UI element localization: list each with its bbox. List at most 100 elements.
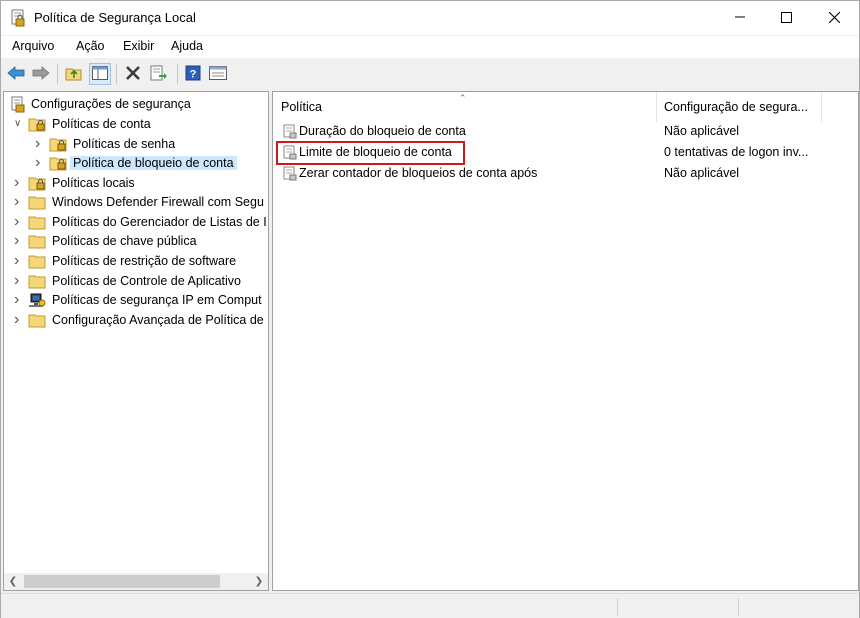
details-pane: ⌃ Política Configuração de segura... Dur… — [272, 91, 859, 591]
tree-item-label: Políticas de senha — [73, 137, 176, 151]
export-list-button[interactable] — [148, 63, 170, 85]
toolbar-separator — [116, 64, 117, 84]
tree-item-label: Políticas de conta — [52, 117, 151, 131]
policy-name: Zerar contador de bloqueios de conta apó… — [299, 166, 538, 180]
folder-icon — [28, 273, 46, 290]
properties-button[interactable] — [207, 63, 229, 85]
chevron-right-icon[interactable]: › — [14, 214, 24, 230]
chevron-right-icon[interactable]: › — [14, 233, 24, 249]
svg-text:?: ? — [190, 68, 197, 80]
security-policy-app-icon — [10, 9, 26, 27]
up-folder-icon — [65, 65, 83, 84]
show-hide-tree-icon — [92, 65, 108, 83]
column-header-configuracao[interactable]: Configuração de segura... — [664, 92, 808, 122]
status-separator — [738, 598, 739, 616]
policy-setting-icon — [283, 124, 297, 139]
chevron-down-icon[interactable]: ∨ — [14, 117, 24, 131]
chevron-right-icon[interactable]: › — [35, 155, 45, 171]
minimize-button[interactable] — [717, 1, 763, 33]
delete-button[interactable] — [122, 63, 144, 85]
tree-root[interactable]: Configurações de segurança — [4, 95, 268, 114]
tree-item[interactable]: › Políticas de chave pública — [4, 232, 268, 251]
tree-item[interactable]: › Políticas de restrição de software — [4, 252, 268, 271]
chevron-right-icon[interactable]: › — [14, 312, 24, 328]
policy-setting-icon — [283, 166, 297, 181]
menu-acao[interactable]: Ação — [76, 39, 105, 53]
menu-bar: Arquivo Ação Exibir Ajuda — [1, 36, 859, 58]
menu-exibir[interactable]: Exibir — [123, 39, 154, 53]
tree-item[interactable]: › Políticas de Controle de Aplicativo — [4, 272, 268, 291]
chevron-right-icon[interactable]: › — [14, 253, 24, 269]
help-icon: ? — [185, 65, 201, 84]
policy-row[interactable]: Duração do bloqueio de conta Não aplicáv… — [273, 121, 858, 142]
chevron-right-icon[interactable]: › — [14, 194, 24, 210]
tree-horizontal-scrollbar[interactable]: ❮ ❯ — [4, 573, 268, 590]
close-button[interactable] — [811, 1, 857, 33]
policy-name: Duração do bloqueio de conta — [299, 124, 466, 138]
highlight-annotation-box — [276, 141, 465, 165]
delete-icon — [125, 65, 141, 84]
back-icon — [7, 65, 25, 83]
status-bar — [1, 593, 859, 618]
folder-lock-icon — [28, 116, 46, 133]
app-window: Política de Segurança Local Arquivo Ação… — [0, 0, 860, 618]
tree-item[interactable]: › Windows Defender Firewall com Segu — [4, 193, 268, 212]
tree-item-label: Políticas de Controle de Aplicativo — [52, 274, 241, 288]
chevron-right-icon[interactable]: › — [14, 273, 24, 289]
scroll-right-icon[interactable]: ❯ — [252, 574, 266, 589]
tree-item[interactable]: › Políticas do Gerenciador de Listas de I — [4, 213, 268, 232]
tree-item-label: Políticas locais — [52, 176, 135, 190]
tree-item-label: Políticas de chave pública — [52, 234, 197, 248]
policy-value: Não aplicável — [664, 166, 740, 180]
column-separator[interactable] — [656, 92, 657, 122]
folder-lock-icon — [49, 136, 67, 153]
column-header-politica[interactable]: Política — [281, 92, 322, 122]
security-settings-icon — [10, 96, 28, 113]
column-separator[interactable] — [821, 92, 822, 122]
ip-security-icon — [28, 292, 46, 309]
properties-icon — [209, 65, 227, 83]
menu-ajuda[interactable]: Ajuda — [171, 39, 203, 53]
tree-item[interactable]: ∨ Políticas de conta — [4, 115, 268, 134]
tree-item[interactable]: › Políticas locais — [4, 174, 268, 193]
policy-row[interactable]: Zerar contador de bloqueios de conta apó… — [273, 163, 858, 184]
tree-item[interactable]: › Configuração Avançada de Política de — [4, 311, 268, 330]
tree-item-label: Políticas de restrição de software — [52, 254, 237, 268]
show-hide-tree-button[interactable] — [89, 63, 111, 85]
folder-icon — [28, 253, 46, 270]
tree-item[interactable]: › Políticas de senha — [4, 135, 268, 154]
folder-icon — [28, 312, 46, 329]
sort-ascending-icon: ⌃ — [459, 93, 467, 103]
forward-button[interactable] — [30, 63, 52, 85]
tree-item[interactable]: › Políticas de segurança IP em Comput — [4, 291, 268, 310]
folder-lock-icon — [28, 175, 46, 192]
forward-icon — [32, 65, 50, 83]
tree-item-label: Políticas do Gerenciador de Listas de I — [52, 215, 267, 229]
tree-item-label: Política de bloqueio de conta — [70, 156, 237, 170]
tree-item-label: Configuração Avançada de Política de — [52, 313, 264, 327]
status-separator — [617, 598, 618, 616]
tree-item[interactable]: › Política de bloqueio de conta — [4, 154, 268, 173]
scrollbar-thumb[interactable] — [24, 575, 220, 588]
scroll-left-icon[interactable]: ❮ — [6, 574, 20, 589]
folder-icon — [28, 233, 46, 250]
console-tree[interactable]: Configurações de segurança ∨ Políticas de… — [3, 91, 269, 591]
toolbar-separator — [177, 64, 178, 84]
maximize-button[interactable] — [763, 1, 809, 33]
chevron-right-icon[interactable]: › — [35, 136, 45, 152]
tree-item-label: Windows Defender Firewall com Segu — [52, 195, 264, 209]
folder-icon — [28, 214, 46, 231]
menu-arquivo[interactable]: Arquivo — [12, 39, 54, 53]
chevron-right-icon[interactable]: › — [14, 292, 24, 308]
folder-icon — [28, 194, 46, 211]
toolbar: ? — [1, 59, 859, 89]
up-folder-button[interactable] — [63, 63, 85, 85]
tree-root-label: Configurações de segurança — [31, 97, 191, 111]
chevron-right-icon[interactable]: › — [14, 175, 24, 191]
title-bar[interactable]: Política de Segurança Local — [1, 1, 859, 35]
toolbar-separator — [57, 64, 58, 84]
policy-value: 0 tentativas de logon inv... — [664, 145, 809, 159]
tree-item-label: Políticas de segurança IP em Comput — [52, 293, 262, 307]
back-button[interactable] — [5, 63, 27, 85]
help-button[interactable]: ? — [182, 63, 204, 85]
